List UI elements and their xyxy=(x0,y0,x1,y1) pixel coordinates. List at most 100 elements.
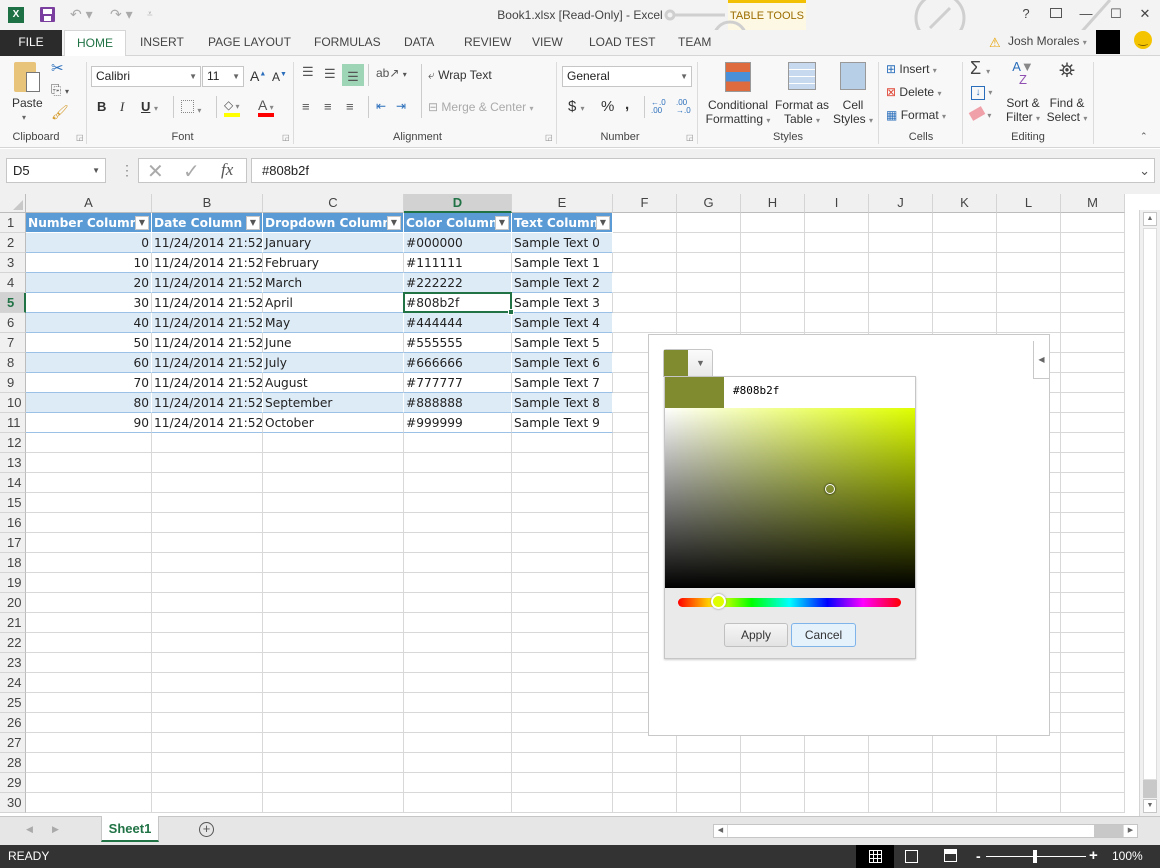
cell[interactable] xyxy=(1061,233,1125,253)
column-header-c[interactable]: C xyxy=(263,194,404,213)
table-cell[interactable]: #777777 xyxy=(404,373,512,393)
table-cell[interactable]: 11/24/2014 21:52 xyxy=(152,253,263,273)
table-cell[interactable]: 40 xyxy=(26,313,152,333)
cell[interactable] xyxy=(1061,473,1125,493)
cell[interactable] xyxy=(263,673,404,693)
table-cell[interactable]: #222222 xyxy=(404,273,512,293)
formula-bar-grip[interactable]: ⋮ xyxy=(120,162,134,179)
cell[interactable] xyxy=(26,733,152,753)
cell[interactable] xyxy=(263,533,404,553)
cell[interactable] xyxy=(1061,413,1125,433)
cell[interactable] xyxy=(263,713,404,733)
filter-dropdown-button[interactable]: ▼ xyxy=(246,216,260,230)
table-cell[interactable]: #555555 xyxy=(404,333,512,353)
table-cell[interactable]: 30 xyxy=(26,293,152,313)
cell[interactable] xyxy=(805,793,869,813)
row-header-13[interactable]: 13 xyxy=(0,453,26,473)
grow-font-button[interactable]: A▲ xyxy=(250,68,266,84)
cell[interactable] xyxy=(613,733,677,753)
cell[interactable] xyxy=(152,713,263,733)
collapse-ribbon-icon[interactable]: ⌃ xyxy=(1140,131,1148,142)
cell[interactable] xyxy=(933,213,997,233)
cell[interactable] xyxy=(677,733,741,753)
cell[interactable] xyxy=(677,753,741,773)
cell[interactable] xyxy=(613,313,677,333)
cell[interactable] xyxy=(263,653,404,673)
cell[interactable] xyxy=(152,693,263,713)
formula-input[interactable]: #808b2f ⌄ xyxy=(251,158,1155,183)
maximize-button[interactable]: ☐ xyxy=(1106,6,1126,22)
cell[interactable] xyxy=(26,533,152,553)
row-header-10[interactable]: 10 xyxy=(0,393,26,413)
currency-button[interactable]: $ ▾ xyxy=(568,98,585,115)
cell[interactable] xyxy=(404,633,512,653)
row-header-25[interactable]: 25 xyxy=(0,693,26,713)
redo-icon[interactable]: ↷ ▾ xyxy=(110,6,133,23)
sheet-scroll-left-icon[interactable]: ◀ xyxy=(26,824,33,835)
hue-slider-handle[interactable] xyxy=(711,594,727,609)
cell[interactable] xyxy=(933,253,997,273)
table-cell[interactable]: 11/24/2014 21:52 xyxy=(152,373,263,393)
cell[interactable] xyxy=(152,493,263,513)
font-size-combo[interactable]: 11 ▼ xyxy=(202,66,244,87)
cell[interactable] xyxy=(512,553,613,573)
table-cell[interactable]: 0 xyxy=(26,233,152,253)
cell[interactable] xyxy=(404,713,512,733)
cell[interactable] xyxy=(404,533,512,553)
cell[interactable] xyxy=(152,613,263,633)
row-header-23[interactable]: 23 xyxy=(0,653,26,673)
cell[interactable] xyxy=(26,593,152,613)
table-cell[interactable]: April xyxy=(263,293,404,313)
cell[interactable] xyxy=(613,233,677,253)
fill-button[interactable]: ↓ ▾ xyxy=(971,84,992,100)
cell[interactable] xyxy=(1061,593,1125,613)
confirm-entry-icon[interactable]: ✓ xyxy=(183,159,200,184)
customize-quick-access-icon[interactable]: ⩡ xyxy=(147,9,153,20)
cell[interactable] xyxy=(741,293,805,313)
cell[interactable] xyxy=(512,513,613,533)
cell[interactable] xyxy=(26,713,152,733)
cell[interactable] xyxy=(805,273,869,293)
cell[interactable] xyxy=(613,773,677,793)
column-header-e[interactable]: E xyxy=(512,194,613,213)
insert-function-icon[interactable]: fx xyxy=(221,160,233,180)
cell[interactable] xyxy=(26,793,152,813)
cell[interactable] xyxy=(263,773,404,793)
cell[interactable] xyxy=(263,593,404,613)
cell[interactable] xyxy=(869,233,933,253)
comma-button[interactable]: , xyxy=(625,96,629,113)
fill-color-button[interactable]: ◇ ▾ xyxy=(224,98,254,117)
table-cell[interactable]: Sample Text 1 xyxy=(512,253,613,273)
tab-file[interactable]: FILE xyxy=(0,30,62,56)
cell[interactable] xyxy=(512,733,613,753)
help-button[interactable]: ? xyxy=(1016,6,1036,21)
cell[interactable] xyxy=(997,213,1061,233)
table-cell[interactable]: 11/24/2014 21:52 xyxy=(152,333,263,353)
cell[interactable] xyxy=(512,633,613,653)
cell[interactable] xyxy=(613,293,677,313)
vertical-scroll-thumb[interactable] xyxy=(1143,780,1157,798)
cell[interactable] xyxy=(152,733,263,753)
tab-insert[interactable]: INSERT xyxy=(128,30,196,56)
table-cell[interactable]: October xyxy=(263,413,404,433)
column-header-j[interactable]: J xyxy=(869,194,933,213)
column-header-b[interactable]: B xyxy=(152,194,263,213)
column-header-k[interactable]: K xyxy=(933,194,997,213)
cell[interactable] xyxy=(677,233,741,253)
cell[interactable] xyxy=(933,753,997,773)
table-cell[interactable]: 11/24/2014 21:52 xyxy=(152,413,263,433)
row-header-27[interactable]: 27 xyxy=(0,733,26,753)
cell[interactable] xyxy=(26,473,152,493)
table-cell[interactable]: #666666 xyxy=(404,353,512,373)
cell[interactable] xyxy=(152,573,263,593)
filter-dropdown-button[interactable]: ▼ xyxy=(495,216,509,230)
table-cell[interactable]: Sample Text 6 xyxy=(512,353,613,373)
cell[interactable] xyxy=(263,793,404,813)
table-header-cell[interactable]: Text Column ▼ xyxy=(512,213,613,233)
tab-data[interactable]: DATA xyxy=(392,30,446,56)
cell[interactable] xyxy=(152,753,263,773)
table-cell[interactable]: 11/24/2014 21:52 xyxy=(152,233,263,253)
filter-dropdown-button[interactable]: ▼ xyxy=(387,216,401,230)
column-header-a[interactable]: A xyxy=(26,194,152,213)
column-header-m[interactable]: M xyxy=(1061,194,1125,213)
